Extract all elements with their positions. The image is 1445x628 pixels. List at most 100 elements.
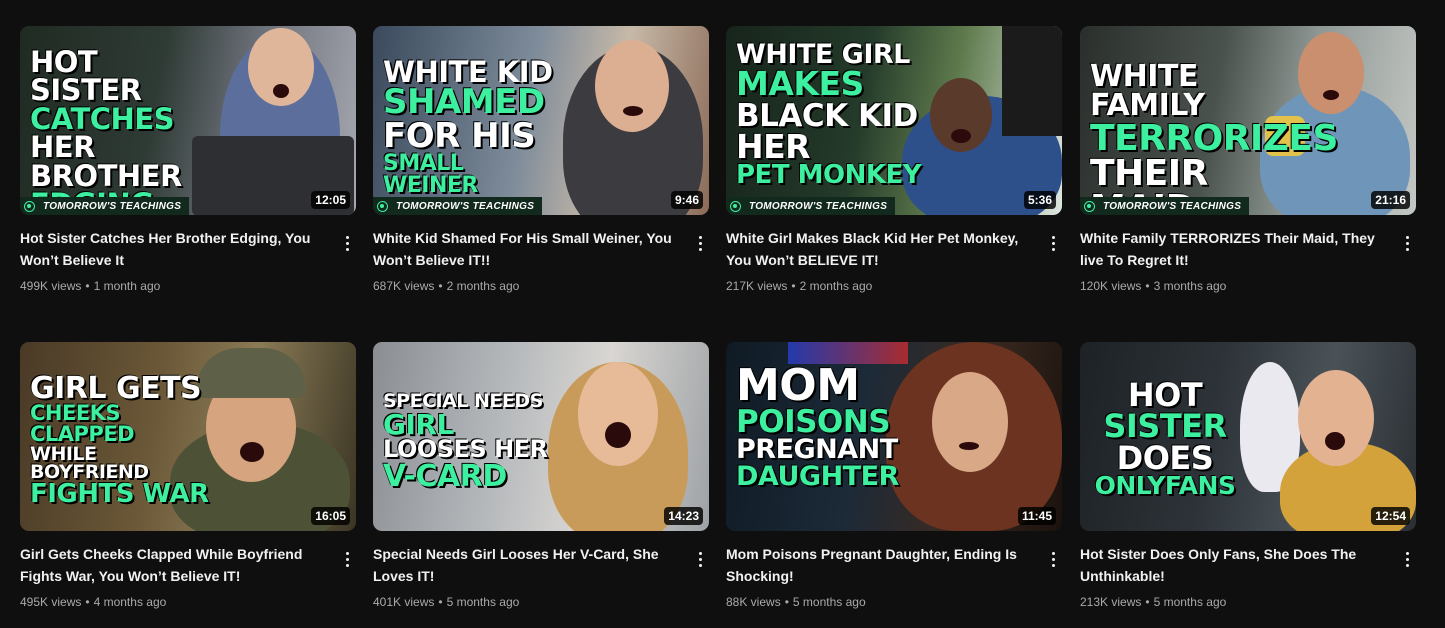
video-duration: 14:23 [664,507,703,525]
thumb-text-line: WHITE FAMILY [1090,59,1205,124]
video-duration: 5:36 [1023,191,1056,209]
thumb-text-line: DAUGHTER [736,460,899,492]
more-actions-icon[interactable] [1398,231,1416,255]
video-details: Girl Gets Cheeks Clapped While Boyfriend… [20,543,356,611]
upload-age: 5 months ago [446,595,520,609]
more-actions-icon[interactable] [691,231,709,255]
video-title[interactable]: Special Needs Girl Looses Her V-Card, Sh… [373,543,679,587]
thumb-text-line: TERRORIZES [1090,117,1338,159]
channel-brand-badge: TOMORROW'S TEACHINGS [1080,197,1250,215]
thumb-text-line: ONLYFANS [1094,471,1236,501]
video-stats: 687K views • 2 months ago [373,279,520,293]
video-stats: 217K views • 2 months ago [726,279,873,293]
thumb-text-line: WHILE BOYFRIEND [30,442,149,484]
video-details: White Kid Shamed For His Small Weiner, Y… [373,227,709,295]
brand-logo-icon [730,200,741,212]
view-count: 687K views [373,279,435,293]
thumb-text-line: HER BROTHER [30,130,182,193]
video-card[interactable]: WHITE KID SHAMED FOR HIS SMALL WEINER TO… [373,26,709,295]
video-card[interactable]: HOT SISTER CATCHES HER BROTHER EDGING TO… [20,26,356,295]
thumb-text-line: SHAMED [383,82,545,123]
thumb-text-line: GIRL [383,407,454,441]
upload-age: 5 months ago [1153,595,1227,609]
video-stats: 401K views • 5 months ago [373,595,520,609]
more-actions-icon[interactable] [1044,547,1062,571]
video-card[interactable]: HOT SISTER DOES ONLYFANS 12:54 Hot Siste… [1080,342,1416,611]
channel-brand-badge: TOMORROW'S TEACHINGS [373,197,543,215]
more-actions-icon[interactable] [338,547,356,571]
video-thumbnail[interactable]: HOT SISTER CATCHES HER BROTHER EDGING TO… [20,26,356,215]
video-card[interactable]: SPECIAL NEEDS GIRL LOOSES HER V-CARD 14:… [373,342,709,611]
view-count: 213K views [1080,595,1142,609]
view-count: 495K views [20,595,82,609]
video-details: White Family TERRORIZES Their Maid, They… [1080,227,1416,295]
thumb-text-line: DOES [1116,438,1214,477]
video-thumbnail[interactable]: SPECIAL NEEDS GIRL LOOSES HER V-CARD 14:… [373,342,709,531]
brand-logo-icon [1084,200,1095,212]
video-title[interactable]: White Family TERRORIZES Their Maid, They… [1080,227,1386,271]
video-details: Hot Sister Catches Her Brother Edging, Y… [20,227,356,295]
video-card[interactable]: GIRL GETS CHEEKS CLAPPED WHILE BOYFRIEND… [20,342,356,611]
upload-age: 5 months ago [792,595,866,609]
video-title[interactable]: White Kid Shamed For His Small Weiner, Y… [373,227,679,271]
video-thumbnail[interactable]: MOM POISONS PREGNANT DAUGHTER 11:45 [726,342,1062,531]
thumb-text-line: HER [736,127,811,167]
video-stats: 120K views • 3 months ago [1080,279,1227,293]
thumb-text-line: GIRL GETS [30,371,202,406]
more-actions-icon[interactable] [1398,547,1416,571]
thumb-text-line: FIGHTS WAR [30,478,209,509]
upload-age: 2 months ago [799,279,873,293]
thumb-text-line: FOR HIS [383,115,536,156]
video-duration: 21:16 [1371,191,1410,209]
video-duration: 11:45 [1017,507,1056,525]
channel-brand-badge: TOMORROW'S TEACHINGS [20,197,190,215]
thumb-text-line: PET MONKEY [736,160,922,191]
video-thumbnail[interactable]: WHITE KID SHAMED FOR HIS SMALL WEINER TO… [373,26,709,215]
video-duration: 9:46 [670,191,703,209]
video-thumbnail[interactable]: HOT SISTER DOES ONLYFANS 12:54 [1080,342,1416,531]
video-stats: 495K views • 4 months ago [20,595,167,609]
video-details: Hot Sister Does Only Fans, She Does The … [1080,543,1416,611]
thumb-text-line: POISONS [736,404,891,441]
video-card[interactable]: WHITE GIRL MAKES BLACK KID HER PET MONKE… [726,26,1062,295]
video-thumbnail[interactable]: GIRL GETS CHEEKS CLAPPED WHILE BOYFRIEND… [20,342,356,531]
video-card[interactable]: MOM POISONS PREGNANT DAUGHTER 11:45 Mom … [726,342,1062,611]
video-duration: 12:54 [1371,507,1410,525]
video-thumbnail[interactable]: WHITE GIRL MAKES BLACK KID HER PET MONKE… [726,26,1062,215]
video-duration: 12:05 [311,191,350,209]
view-count: 499K views [20,279,82,293]
thumb-text-line: MOM [736,360,860,411]
thumb-text-line: PREGNANT [736,434,898,466]
video-title[interactable]: Hot Sister Does Only Fans, She Does The … [1080,543,1386,587]
video-details: White Girl Makes Black Kid Her Pet Monke… [726,227,1062,295]
upload-age: 3 months ago [1153,279,1227,293]
more-actions-icon[interactable] [1044,231,1062,255]
upload-age: 4 months ago [93,595,167,609]
view-count: 88K views [726,595,781,609]
video-duration: 16:05 [311,507,350,525]
channel-brand-badge: TOMORROW'S TEACHINGS [726,197,896,215]
thumb-text-line: V-CARD [383,458,507,494]
brand-logo-icon [377,200,388,212]
upload-age: 2 months ago [446,279,520,293]
view-count: 217K views [726,279,788,293]
thumb-text-line: SISTER [1103,407,1227,446]
thumb-text-line: CATCHES [30,101,175,136]
video-thumbnail[interactable]: WHITE FAMILY TERRORIZES THEIR MAID TOMOR… [1080,26,1416,215]
thumb-text-line: SMALL WEINER [383,151,478,198]
video-title[interactable]: Mom Poisons Pregnant Daughter, Ending Is… [726,543,1032,587]
video-title[interactable]: Hot Sister Catches Her Brother Edging, Y… [20,227,326,271]
view-count: 401K views [373,595,435,609]
brand-logo-icon [24,200,35,212]
video-stats: 88K views • 5 months ago [726,595,866,609]
thumb-text-line: HOT SISTER [30,45,142,108]
more-actions-icon[interactable] [691,547,709,571]
video-title[interactable]: White Girl Makes Black Kid Her Pet Monke… [726,227,1032,271]
video-card[interactable]: WHITE FAMILY TERRORIZES THEIR MAID TOMOR… [1080,26,1416,295]
view-count: 120K views [1080,279,1142,293]
thumb-text-line: MAKES [736,64,864,104]
upload-age: 1 month ago [93,279,161,293]
video-stats: 499K views • 1 month ago [20,279,161,293]
more-actions-icon[interactable] [338,231,356,255]
video-title[interactable]: Girl Gets Cheeks Clapped While Boyfriend… [20,543,326,587]
